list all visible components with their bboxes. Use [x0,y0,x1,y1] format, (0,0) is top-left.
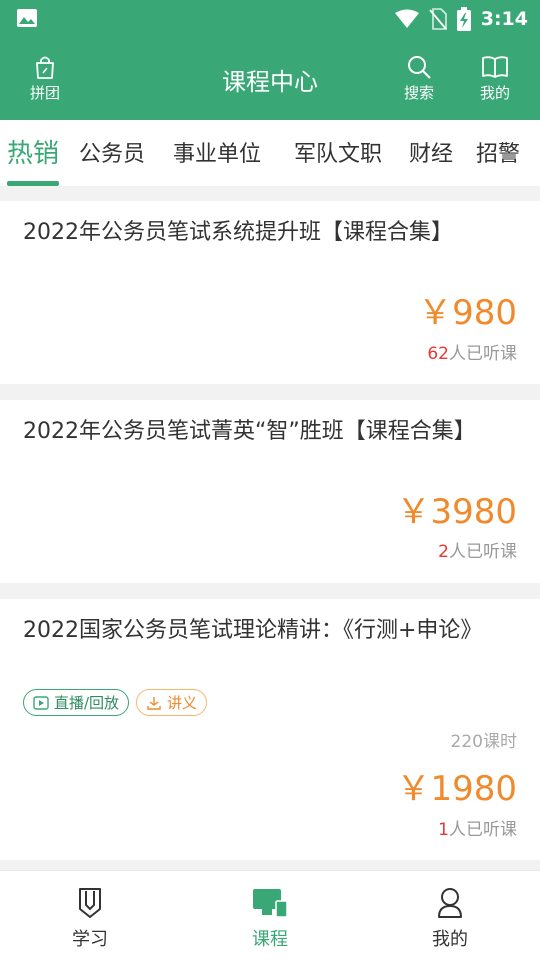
person-icon [438,888,462,918]
nav-mine-label: 我的 [432,929,468,950]
tab-police-recruitment[interactable]: 招警 [476,136,520,168]
listener-count: 62人已听课 [427,339,517,364]
search-icon [408,56,431,79]
download-icon [147,696,161,710]
listener-suffix: 人已听课 [449,542,517,562]
listener-suffix: 人已听课 [449,820,517,840]
tab-finance[interactable]: 财经 [409,136,453,168]
battery-icon [456,7,471,31]
tab-military-civilian[interactable]: 军队文职 [294,136,382,168]
nav-courses[interactable]: 课程 [180,871,360,960]
listener-number: 2 [438,542,449,562]
notes-tag: 讲义 [136,689,208,716]
tab-civil-servant[interactable]: 公务员 [79,136,145,168]
course-title: 2022国家公务员笔试理论精讲：《行测+申论》 [23,618,483,643]
nav-study[interactable]: 学习 [0,871,180,960]
category-tabs: 热销 公务员 事业单位 军队文职 财经 招警 [0,120,540,186]
listener-number: 1 [438,820,449,840]
tab-public-institution[interactable]: 事业单位 [173,136,261,168]
mine-label: 我的 [479,84,510,102]
tag-label: 直播/回放 [54,694,120,712]
course-card[interactable]: 2022年公务员笔试系统提升班【课程合集】 ￥980 62人已听课 [0,201,540,384]
app-bar: 拼团 课程中心 搜索 我的 [0,38,540,120]
listener-number: 62 [427,344,449,364]
course-price: ￥1980 [396,769,517,809]
nav-courses-label: 课程 [252,929,288,950]
tag-label: 讲义 [167,694,198,712]
course-title: 2022年公务员笔试菁英“智”胜班【课程合集】 [23,419,476,444]
course-card[interactable]: 2022国家公务员笔试理论精讲：《行测+申论》 直播/回放 讲义 220课时 ￥… [0,599,540,860]
listener-count: 1人已听课 [438,815,517,840]
active-tab-indicator [7,181,59,186]
listener-count: 2人已听课 [438,537,517,562]
wifi-icon [394,9,419,28]
course-price: ￥980 [418,293,517,333]
page-title: 课程中心 [222,68,318,96]
status-bar: 3:14 [0,0,540,38]
video-icon [33,695,49,710]
search-label: 搜索 [403,84,434,102]
tab-hot[interactable]: 热销 [7,133,59,170]
book-icon [482,56,508,78]
bottom-navigation: 学习 课程 我的 [0,870,540,960]
course-price: ￥3980 [396,492,517,532]
course-card[interactable]: 2022年公务员笔试菁英“智”胜班【课程合集】 ￥3980 2人已听课 [0,400,540,583]
search-button[interactable]: 搜索 [391,52,447,108]
pencil-bookmark-icon [79,888,101,918]
no-sim-icon [429,8,447,30]
course-title: 2022年公务员笔试系统提升班【课程合集】 [23,220,453,245]
nav-mine[interactable]: 我的 [360,871,540,960]
mine-button[interactable]: 我的 [467,52,523,108]
live-replay-tag: 直播/回放 [23,689,130,716]
monitor-icon [253,889,288,918]
course-hours: 220课时 [450,732,517,752]
image-notification-icon [17,9,37,27]
nav-study-label: 学习 [72,929,108,950]
clock: 3:14 [480,8,528,30]
listener-suffix: 人已听课 [449,344,517,364]
